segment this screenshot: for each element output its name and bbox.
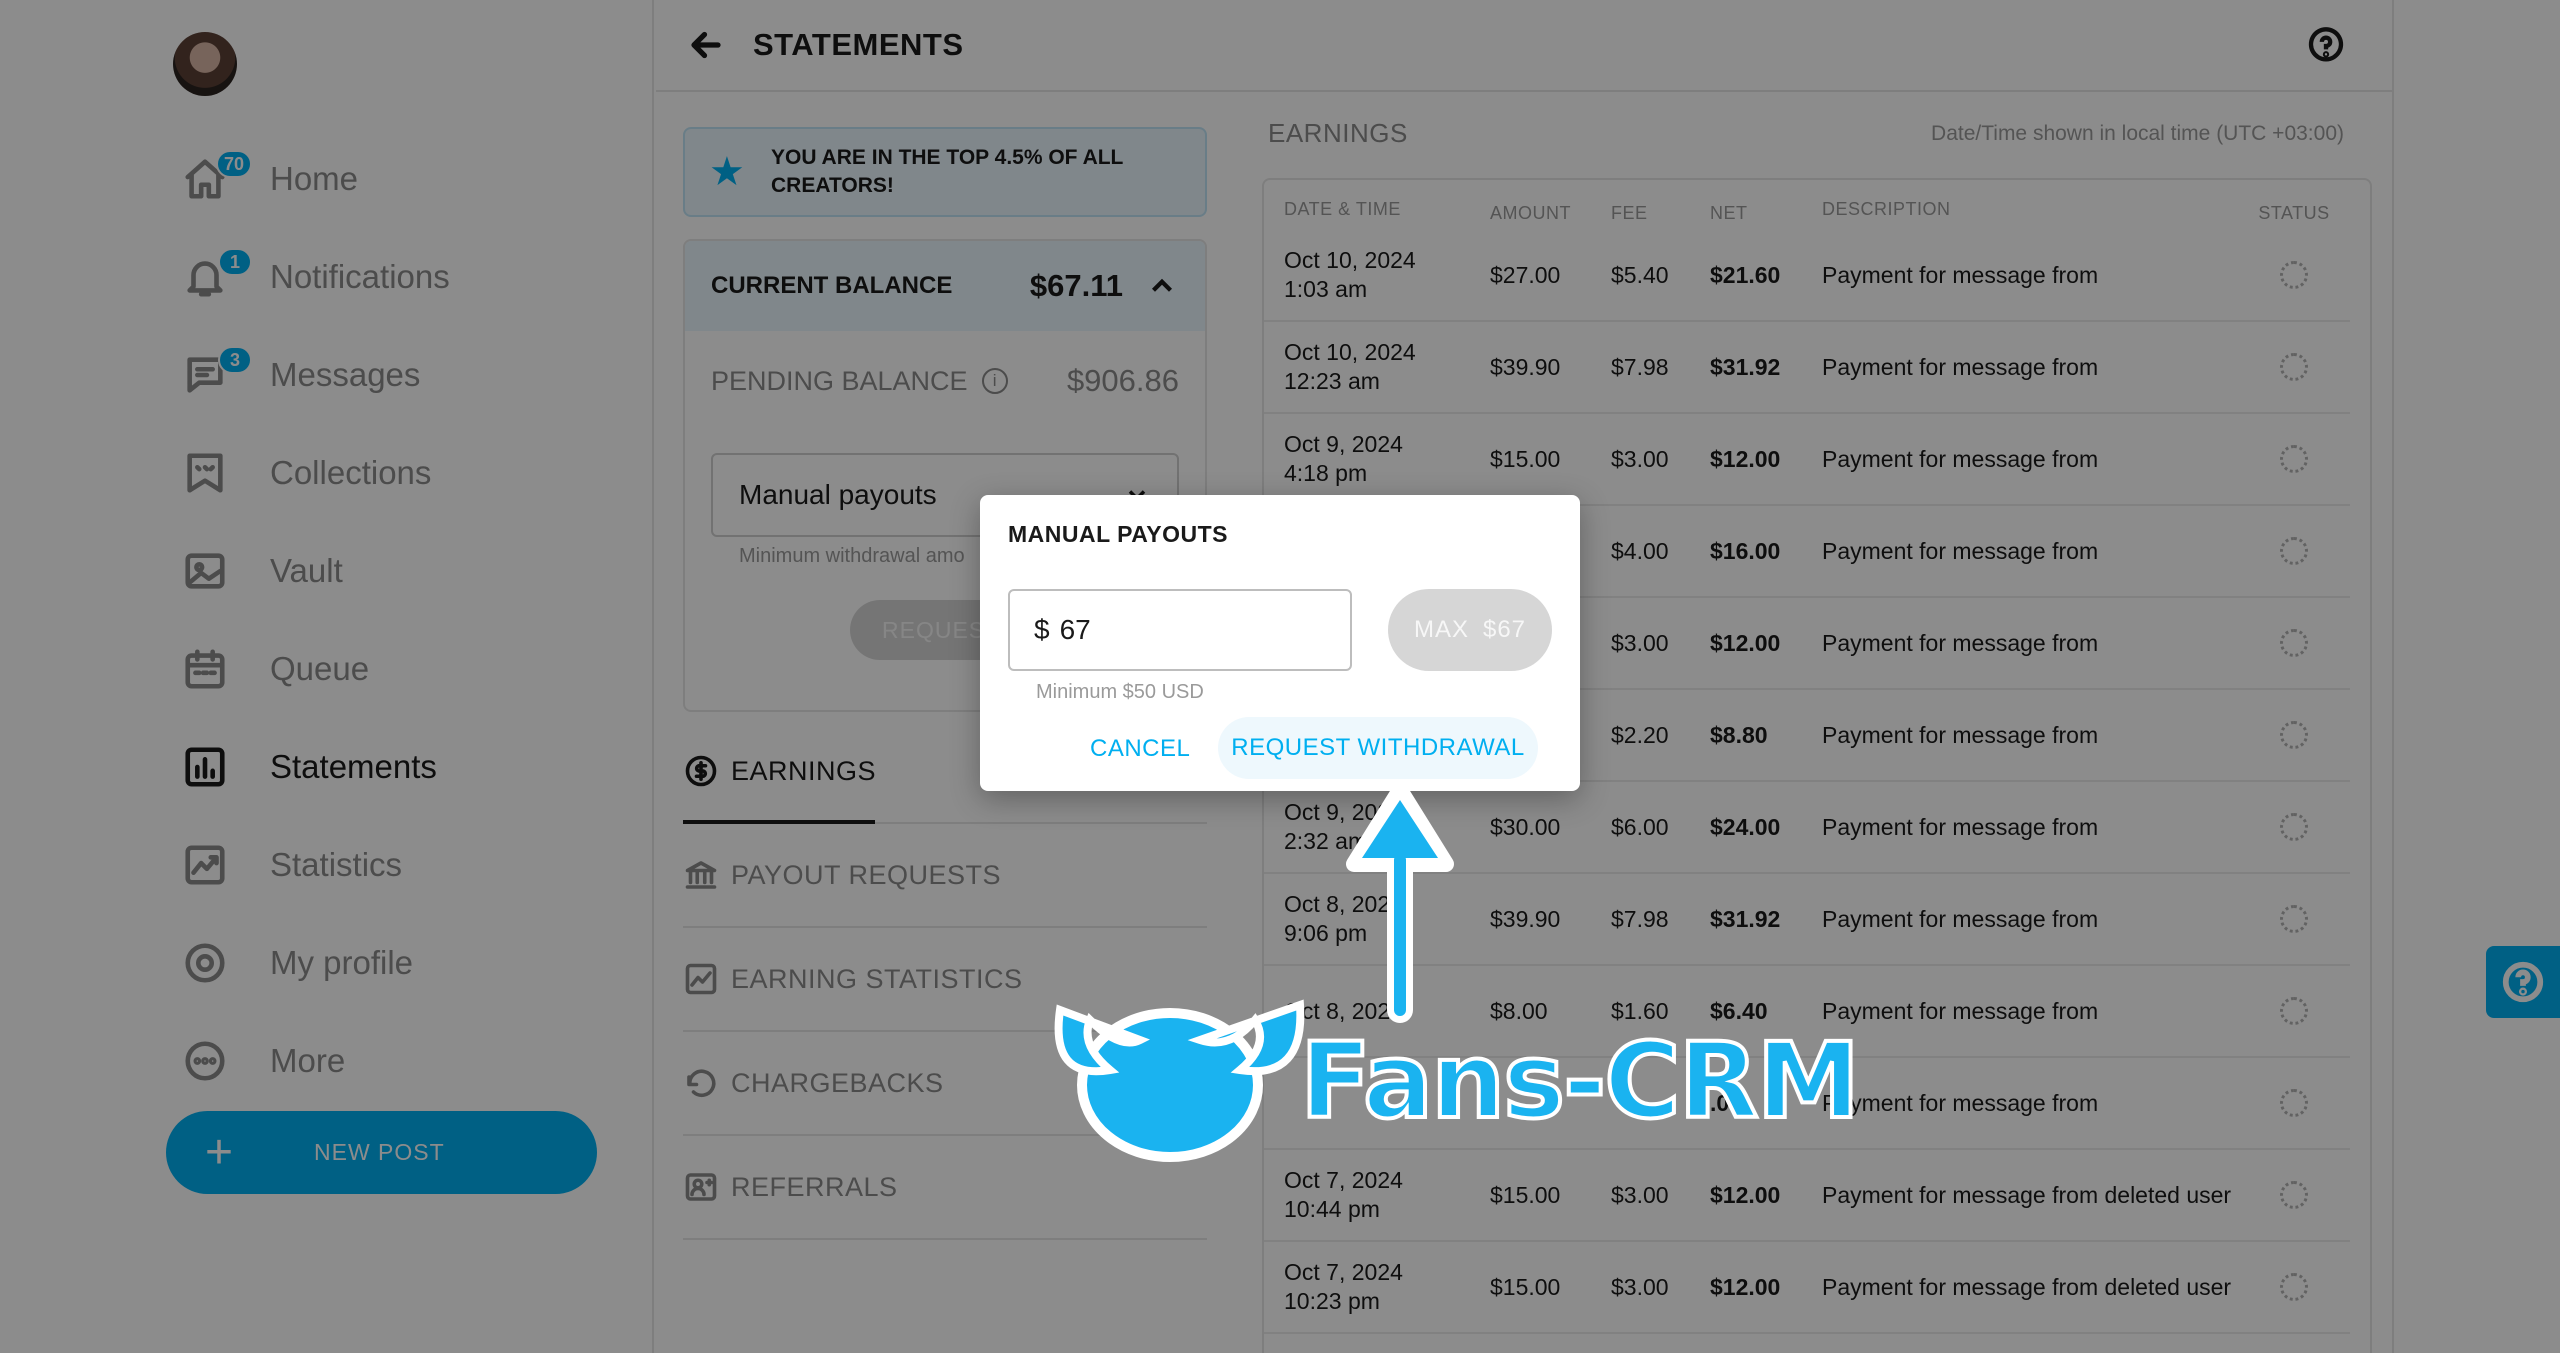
minimum-amount-hint: Minimum $50 USD — [1036, 681, 1204, 703]
max-value: $67 — [1482, 616, 1527, 643]
manual-payouts-dialog: MANUAL PAYOUTS $ MAX $67 Minimum $50 USD… — [980, 495, 1580, 791]
withdrawal-amount-input[interactable] — [1059, 614, 1310, 646]
currency-symbol: $ — [1034, 614, 1050, 645]
withdrawal-amount-field[interactable]: $ — [1008, 589, 1352, 671]
cancel-button[interactable]: CANCEL — [1082, 719, 1198, 779]
max-label: MAX — [1413, 616, 1469, 643]
request-withdrawal-confirm-button[interactable]: REQUEST WITHDRAWAL — [1218, 717, 1538, 779]
max-amount-button[interactable]: MAX $67 — [1388, 589, 1552, 671]
dialog-title: MANUAL PAYOUTS — [1008, 521, 1228, 547]
fans-crm-watermark: Fans-CRM — [1298, 1018, 1862, 1144]
